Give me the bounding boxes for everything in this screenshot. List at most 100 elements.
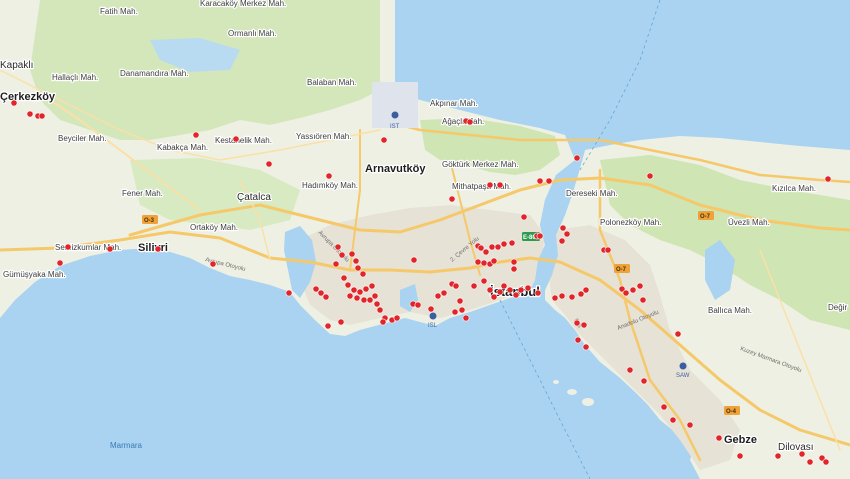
map-marker[interactable] [510,265,518,273]
map-marker[interactable] [458,306,466,314]
map-marker[interactable] [496,288,504,296]
map-marker[interactable] [366,296,374,304]
map-marker[interactable] [338,251,346,259]
map-marker[interactable] [380,136,388,144]
map-marker[interactable] [64,243,72,251]
map-marker[interactable] [736,452,744,460]
map-marker[interactable] [26,110,34,118]
map-marker[interactable] [508,239,516,247]
map-marker[interactable] [534,289,542,297]
map-marker[interactable] [452,282,460,290]
map-marker[interactable] [806,458,814,466]
map-marker[interactable] [646,172,654,180]
airport-ist[interactable]: IST [372,82,418,130]
map-marker[interactable] [462,314,470,322]
map-marker[interactable] [466,118,474,126]
map-marker[interactable] [348,250,356,258]
map-marker[interactable] [669,416,677,424]
map-marker[interactable] [536,232,544,240]
map-marker[interactable] [480,277,488,285]
map-marker[interactable] [573,154,581,162]
map-marker[interactable] [427,305,435,313]
map-marker[interactable] [325,172,333,180]
map-marker[interactable] [337,318,345,326]
map-marker[interactable] [356,288,364,296]
map-marker[interactable] [629,286,637,294]
map-marker[interactable] [686,421,694,429]
map-marker[interactable] [660,403,668,411]
map-marker[interactable] [510,258,518,266]
map-marker[interactable] [393,314,401,322]
map-marker[interactable] [350,286,358,294]
map-marker[interactable] [360,296,368,304]
map-marker[interactable] [558,292,566,300]
map-marker[interactable] [480,259,488,267]
map-marker[interactable] [414,301,422,309]
map-marker[interactable] [488,243,496,251]
map-marker[interactable] [265,160,273,168]
map-marker[interactable] [715,434,723,442]
map-marker[interactable] [448,195,456,203]
map-marker[interactable] [545,177,553,185]
map-marker[interactable] [536,177,544,185]
map-marker[interactable] [332,260,340,268]
map-marker[interactable] [192,131,200,139]
map-marker[interactable] [563,230,571,238]
map-marker[interactable] [640,377,648,385]
map-marker[interactable] [232,135,240,143]
map-marker[interactable] [574,336,582,344]
map-marker[interactable] [559,224,567,232]
map-marker[interactable] [517,286,525,294]
map-marker[interactable] [352,257,360,265]
map-marker[interactable] [56,259,64,267]
map-marker[interactable] [551,294,559,302]
map-marker[interactable] [379,318,387,326]
map-marker[interactable] [520,213,528,221]
map-marker[interactable] [674,330,682,338]
map-marker[interactable] [622,289,630,297]
map-marker[interactable] [604,246,612,254]
map-marker[interactable] [490,257,498,265]
map-marker[interactable] [506,286,514,294]
map-marker[interactable] [568,293,576,301]
map-marker[interactable] [410,256,418,264]
map-marker[interactable] [10,99,18,107]
map-marker[interactable] [322,293,330,301]
map-canvas[interactable]: IST ISL SAW O-3 O-7 O-7 O-4 E-80 Avrupa … [0,0,850,479]
map-marker[interactable] [362,285,370,293]
map-marker[interactable] [353,294,361,302]
map-marker[interactable] [824,175,832,183]
map-marker[interactable] [368,282,376,290]
map-marker[interactable] [451,308,459,316]
map-marker[interactable] [639,296,647,304]
map-marker[interactable] [474,258,482,266]
map-marker[interactable] [580,321,588,329]
map-marker[interactable] [334,243,342,251]
map-marker[interactable] [340,274,348,282]
map-marker[interactable] [440,289,448,297]
map-marker[interactable] [573,319,581,327]
map-marker[interactable] [626,366,634,374]
map-marker[interactable] [376,306,384,314]
map-marker[interactable] [470,282,478,290]
map-marker[interactable] [490,293,498,301]
map-marker[interactable] [636,282,644,290]
map-marker[interactable] [344,281,352,289]
map-marker[interactable] [106,245,114,253]
map-marker[interactable] [524,284,532,292]
map-marker[interactable] [354,264,362,272]
map-marker[interactable] [486,181,494,189]
map-marker[interactable] [324,322,332,330]
map-marker[interactable] [346,292,354,300]
map-marker[interactable] [582,286,590,294]
map-marker[interactable] [359,270,367,278]
map-marker[interactable] [38,112,46,120]
map-marker[interactable] [496,181,504,189]
map-marker[interactable] [373,300,381,308]
map-marker[interactable] [482,248,490,256]
map-marker[interactable] [154,245,162,253]
map-marker[interactable] [798,450,806,458]
map-marker[interactable] [500,240,508,248]
map-marker[interactable] [774,452,782,460]
map-marker[interactable] [582,343,590,351]
